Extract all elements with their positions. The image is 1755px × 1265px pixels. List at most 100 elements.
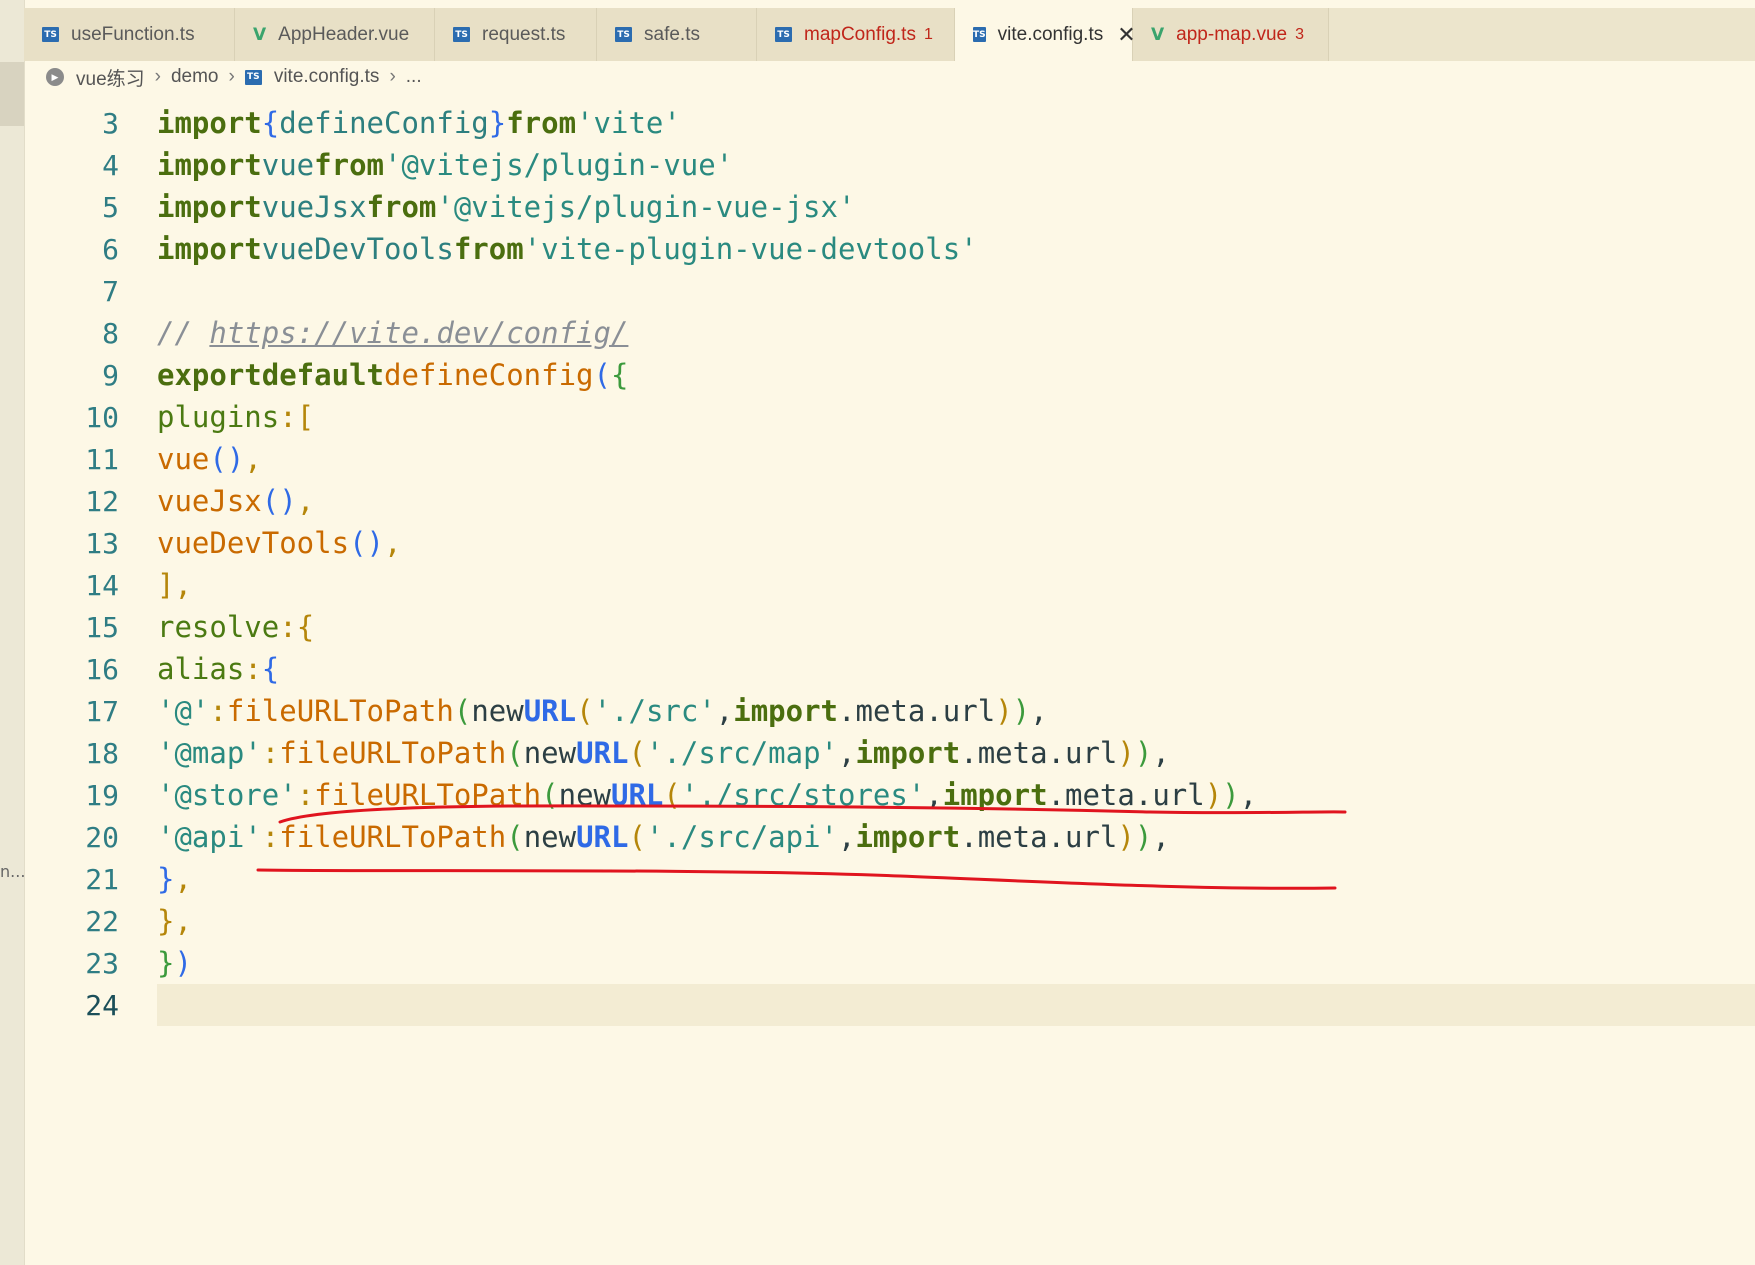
typescript-file-icon: TS — [244, 69, 262, 85]
code-line: 16 alias: { — [24, 648, 1755, 690]
line-code[interactable]: resolve: { — [157, 606, 1755, 648]
line-number: 10 — [85, 400, 119, 434]
line-number: 24 — [85, 988, 119, 1022]
line-number: 21 — [85, 862, 119, 896]
tab-label: app-map.vue — [1176, 23, 1288, 45]
line-code[interactable]: export default defineConfig({ — [157, 354, 1755, 396]
code-line: 5 import vueJsx from '@vitejs/plugin-vue… — [24, 186, 1755, 228]
line-code[interactable]: }) — [157, 942, 1755, 984]
chevron-right-icon: › — [154, 66, 161, 87]
line-number: 3 — [102, 106, 119, 140]
line-code[interactable]: '@api': fileURLToPath(new URL('./src/api… — [157, 816, 1755, 858]
line-code[interactable]: ], — [157, 564, 1755, 606]
breadcrumb: ▶ vue练习 › demo › TS vite.config.ts › ... — [46, 63, 422, 91]
code-line: 19 '@store': fileURLToPath(new URL('./sr… — [24, 774, 1755, 816]
code-line: 18 '@map': fileURLToPath(new URL('./src/… — [24, 732, 1755, 774]
breadcrumb-more[interactable]: ... — [406, 66, 422, 88]
tab-label: safe.ts — [644, 23, 700, 45]
code-line: 17 '@': fileURLToPath(new URL('./src', i… — [24, 690, 1755, 732]
code-line: 15 resolve: { — [24, 606, 1755, 648]
code-line: 23 }) — [24, 942, 1755, 984]
line-code[interactable]: vueDevTools(), — [157, 522, 1755, 564]
tab-label: request.ts — [482, 23, 566, 45]
code-line: 10 plugins: [ — [24, 396, 1755, 438]
line-code[interactable]: import { defineConfig } from 'vite' — [157, 102, 1755, 144]
line-code[interactable]: }, — [157, 900, 1755, 942]
code-line: 20 '@api': fileURLToPath(new URL('./src/… — [24, 816, 1755, 858]
code-line: 9 export default defineConfig({ — [24, 354, 1755, 396]
play-circle-icon: ▶ — [46, 68, 64, 86]
line-number: 4 — [102, 148, 119, 182]
typescript-file-icon: TS — [775, 27, 792, 42]
line-number: 23 — [85, 946, 119, 980]
tab-app-map[interactable]: V app-map.vue 3 — [1133, 8, 1329, 61]
code-line: 6 import vueDevTools from 'vite-plugin-v… — [24, 228, 1755, 270]
code-line-current: 24 — [24, 984, 1755, 1026]
tab-label: useFunction.ts — [71, 23, 195, 45]
code-line: 7 — [24, 270, 1755, 312]
tab-request[interactable]: TS request.ts — [435, 8, 597, 61]
line-number: 22 — [85, 904, 119, 938]
vue-file-icon: V — [1151, 24, 1165, 45]
code-editor[interactable]: 3 import { defineConfig } from 'vite' 4 … — [24, 100, 1755, 1265]
line-number: 8 — [102, 316, 119, 350]
line-code[interactable]: '@map': fileURLToPath(new URL('./src/map… — [157, 732, 1755, 774]
line-number: 19 — [85, 778, 119, 812]
line-code[interactable]: }, — [157, 858, 1755, 900]
line-code[interactable]: alias: { — [157, 648, 1755, 690]
activity-bar-indicator — [0, 62, 24, 126]
tab-usefunction[interactable]: TS useFunction.ts — [24, 8, 235, 61]
tab-label: mapConfig.ts — [804, 23, 916, 45]
line-code[interactable]: plugins: [ — [157, 396, 1755, 438]
code-line: 11 vue(), — [24, 438, 1755, 480]
code-line: 4 import vue from '@vitejs/plugin-vue' — [24, 144, 1755, 186]
line-code[interactable]: vueJsx(), — [157, 480, 1755, 522]
code-line: 8 // https://vite.dev/config/ — [24, 312, 1755, 354]
line-number: 12 — [85, 484, 119, 518]
line-code[interactable]: vue(), — [157, 438, 1755, 480]
line-code[interactable]: '@': fileURLToPath(new URL('./src', impo… — [157, 690, 1755, 732]
tab-label: AppHeader.vue — [278, 23, 410, 45]
tab-vite-config[interactable]: TS vite.config.ts ✕ — [955, 8, 1136, 61]
line-number: 9 — [102, 358, 119, 392]
code-line: 22 }, — [24, 900, 1755, 942]
line-number: 5 — [102, 190, 119, 224]
line-number: 11 — [85, 442, 119, 476]
line-code[interactable]: // https://vite.dev/config/ — [157, 312, 1755, 354]
code-line: 12 vueJsx(), — [24, 480, 1755, 522]
line-code[interactable]: import vueDevTools from 'vite-plugin-vue… — [157, 228, 1755, 270]
line-code[interactable] — [157, 984, 1755, 1026]
comment-link[interactable]: https://vite.dev/config/ — [209, 316, 628, 350]
line-number: 20 — [85, 820, 119, 854]
typescript-file-icon: TS — [973, 27, 986, 42]
typescript-file-icon: TS — [42, 27, 59, 42]
line-code[interactable]: import vueJsx from '@vitejs/plugin-vue-j… — [157, 186, 1755, 228]
vue-file-icon: V — [253, 24, 267, 45]
breadcrumb-folder[interactable]: demo — [171, 66, 219, 88]
typescript-file-icon: TS — [453, 27, 470, 42]
line-code[interactable]: import vue from '@vitejs/plugin-vue' — [157, 144, 1755, 186]
line-number: 15 — [85, 610, 119, 644]
chevron-right-icon: › — [389, 66, 396, 87]
line-number: 14 — [85, 568, 119, 602]
code-line: 3 import { defineConfig } from 'vite' — [24, 102, 1755, 144]
line-code[interactable] — [157, 270, 1755, 312]
tab-label: vite.config.ts — [997, 23, 1104, 45]
code-line: 13 vueDevTools(), — [24, 522, 1755, 564]
line-number: 13 — [85, 526, 119, 560]
line-code[interactable]: '@store': fileURLToPath(new URL('./src/s… — [157, 774, 1755, 816]
code-line: 21 }, — [24, 858, 1755, 900]
tab-mapconfig[interactable]: TS mapConfig.ts 1 — [757, 8, 955, 61]
problem-count-badge: 1 — [923, 25, 933, 43]
breadcrumb-file[interactable]: vite.config.ts — [274, 66, 380, 88]
breadcrumb-root[interactable]: vue练习 — [76, 64, 145, 91]
tab-safe[interactable]: TS safe.ts — [597, 8, 757, 61]
tab-appheader[interactable]: V AppHeader.vue — [235, 8, 435, 61]
code-line: 14 ], — [24, 564, 1755, 606]
chevron-right-icon: › — [228, 66, 235, 87]
line-number: 17 — [85, 694, 119, 728]
line-number: 18 — [85, 736, 119, 770]
activity-bar-edge: n... — [0, 0, 25, 1265]
problem-count-badge: 3 — [1295, 25, 1304, 43]
line-number: 7 — [102, 274, 119, 308]
